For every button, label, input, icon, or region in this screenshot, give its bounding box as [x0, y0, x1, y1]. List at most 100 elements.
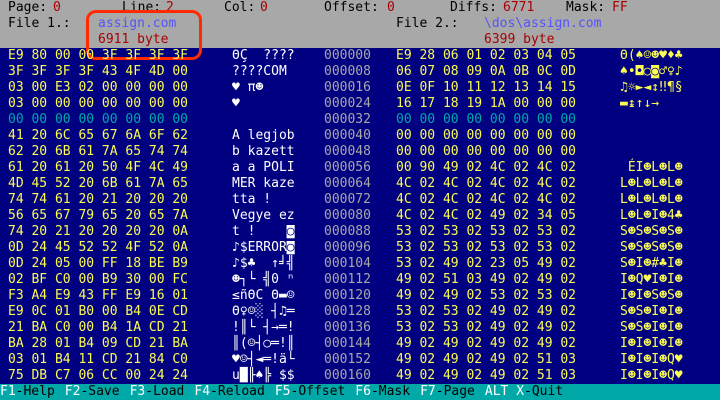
- right-hex-cell: 49 02 49 02 49 02 49 02: [396, 336, 577, 351]
- offset-cell: 000088: [324, 224, 371, 239]
- offset-cell: 000128: [324, 304, 371, 319]
- right-hex-cell: 49 02 49 02 53 02 53 02: [396, 288, 577, 303]
- right-ascii-cell: Θ(♠☺☻♥♦♣: [620, 48, 683, 63]
- offset-cell: 000032: [324, 112, 371, 127]
- left-hex-cell: 74 20 21 20 20 20 20 0A: [8, 224, 189, 239]
- right-hex-cell: 53 02 53 02 53 02 53 02: [396, 240, 577, 255]
- offset-cell: 000016: [324, 80, 371, 95]
- footer-item[interactable]: F1-Help: [0, 384, 55, 400]
- offset-cell: 000104: [324, 256, 371, 271]
- offset-cell: 000096: [324, 240, 371, 255]
- right-ascii-cell: [620, 112, 716, 128]
- left-hex-cell: 56 65 67 79 65 20 65 7A: [8, 208, 189, 223]
- left-hex-cell: 62 20 6B 61 7A 65 74 74: [8, 144, 189, 159]
- footer-item[interactable]: F4-Reload: [194, 384, 264, 400]
- left-hex-cell: 74 74 61 20 21 20 20 20: [8, 192, 189, 207]
- right-ascii-cell: I☻I☻I☻Q♥: [620, 368, 683, 383]
- right-hex-cell: 00 00 00 00 00 00 00 00: [396, 112, 577, 127]
- offset-cell: 000056: [324, 160, 371, 175]
- offset-cell: 000144: [324, 336, 371, 351]
- right-hex-cell: 00 90 49 02 4C 02 4C 02: [396, 160, 577, 175]
- left-ascii-cell: ♥: [232, 96, 295, 111]
- left-ascii-cell: A legjob: [232, 128, 303, 143]
- offset-cell: 000120: [324, 288, 371, 303]
- right-hex-cell: 53 02 53 02 49 02 49 02: [396, 320, 577, 335]
- file2-size: 6399 byte: [484, 32, 555, 47]
- left-ascii-cell: t ! ◙: [232, 224, 295, 239]
- left-ascii-cell: !║└ ┤→═!: [232, 320, 295, 335]
- right-hex-cell: 06 07 08 09 0A 0B 0C 0D: [396, 64, 577, 79]
- left-ascii-cell: ║(☺┤○═!║: [232, 336, 295, 351]
- footer-item[interactable]: F2-Save: [65, 384, 120, 400]
- footer-item[interactable]: F7-Page: [420, 384, 475, 400]
- left-hex-cell: BA 28 01 B4 09 CD 21 BA: [8, 336, 189, 351]
- page-value: 0: [53, 0, 61, 15]
- offset-cell: 000048: [324, 144, 371, 159]
- left-hex-cell: 61 20 61 20 50 4F 4C 49: [8, 160, 189, 175]
- function-key-bar: F1-Help F2-Save F3-Load F4-Reload F5-Offset F…: [0, 384, 720, 400]
- footer-label: -Help: [15, 384, 55, 399]
- right-hex-cell: 16 17 18 19 1A 00 00 00: [396, 96, 577, 111]
- footer-label: -Page: [435, 384, 475, 399]
- left-hex-cell: 41 20 6C 65 67 6A 6F 62: [8, 128, 189, 143]
- right-hex-cell: E9 28 06 01 02 03 04 05: [396, 48, 577, 63]
- offset-value: 0: [387, 0, 395, 15]
- left-hex-cell: 21 BA C0 00 B4 1A CD 21: [8, 320, 189, 335]
- left-ascii-cell: ΘÇ ????: [232, 48, 295, 63]
- left-hex-cell: 0D 24 45 52 52 4F 52 0A: [8, 240, 189, 255]
- footer-label: -Save: [80, 384, 120, 399]
- right-hex-cell: 49 02 51 03 49 02 49 02: [396, 272, 577, 287]
- right-ascii-cell: ♫☼►◄↕‼¶§: [620, 80, 683, 95]
- footer-label: -Load: [145, 384, 185, 399]
- right-ascii-cell: S☻S☻I☻I☻: [620, 304, 683, 319]
- right-ascii-cell: S☻S☻I☻I☻: [620, 320, 683, 335]
- hex-compare-window: Page: 0 Line: 2 Col: 0 Offset: 0 Diffs: …: [0, 0, 720, 400]
- left-hex-cell: E9 80 00 00 3F 3F 3F 3F: [8, 48, 189, 63]
- diffs-label: Diffs:: [450, 0, 497, 15]
- left-hex-cell: E9 0C 01 B0 00 B4 0E CD: [8, 304, 189, 319]
- offset-cell: 000040: [324, 128, 371, 143]
- left-ascii-cell: ♥☺┤◄═!ä└: [232, 352, 295, 367]
- left-ascii-cell: [232, 112, 312, 128]
- footer-label: -Quit: [524, 384, 564, 399]
- footer-label: -Offset: [290, 384, 346, 399]
- col-value: 0: [260, 0, 268, 15]
- footer-key: F7: [420, 384, 436, 399]
- left-hex-cell: 03 01 B4 11 CD 21 84 C0: [8, 352, 189, 367]
- left-ascii-cell: Vegye ez: [232, 208, 295, 223]
- footer-item[interactable]: F6-Mask: [355, 384, 410, 400]
- right-hex-cell: 00 00 00 00 00 00 00 00: [396, 144, 577, 159]
- offset-cell: 000080: [324, 208, 371, 223]
- right-ascii-cell: [620, 144, 716, 160]
- footer-key: F4: [194, 384, 211, 399]
- right-ascii-cell: S☻I☻#♣I☻: [620, 256, 683, 271]
- offset-cell: 000112: [324, 272, 371, 287]
- right-ascii-cell: I☻Q♥I☻I☻: [620, 272, 683, 287]
- file2-name: \dos\assign.com: [484, 16, 602, 31]
- footer-item[interactable]: F3-Load: [130, 384, 185, 400]
- right-ascii-cell: I☻I☻I☻Q♥: [620, 352, 683, 367]
- right-ascii-cell: S☻S☻S☻S☻: [620, 224, 683, 239]
- right-ascii-cell: ÉI☻L☻L☻: [620, 160, 683, 175]
- left-ascii-cell: ♪$ERROR◙: [232, 240, 295, 255]
- footer-key: ALT X: [484, 384, 525, 399]
- left-ascii-cell: MER kaze: [232, 176, 295, 191]
- footer-key: F2: [64, 384, 81, 399]
- footer-item[interactable]: F5-Offset: [275, 384, 345, 400]
- offset-cell: 000136: [324, 320, 371, 335]
- right-hex-cell: 00 00 00 00 00 00 00 00: [396, 128, 577, 143]
- offset-label: Offset:: [324, 0, 379, 15]
- right-ascii-cell: S☻S☻S☻S☻: [620, 240, 683, 255]
- col-label: Col:: [224, 0, 256, 15]
- offset-cell: 000160: [324, 368, 371, 383]
- file1-label: File 1.:: [8, 16, 71, 31]
- left-hex-cell: 00 00 00 00 00 00 00 00: [8, 112, 189, 127]
- footer-item[interactable]: ALT X-Quit: [485, 384, 563, 400]
- right-ascii-cell: L☻L☻L☻L☻: [620, 192, 683, 207]
- left-hex-cell: 03 00 00 00 00 00 00 00: [8, 96, 189, 111]
- offset-cell: 000008: [324, 64, 371, 79]
- left-ascii-cell: ≤ñΘC Θ▬☺: [232, 288, 295, 303]
- left-hex-cell: 0D 24 05 00 FF 18 BE B9: [8, 256, 189, 271]
- left-ascii-cell: b kazett: [232, 144, 295, 159]
- page-label: Page:: [8, 0, 48, 15]
